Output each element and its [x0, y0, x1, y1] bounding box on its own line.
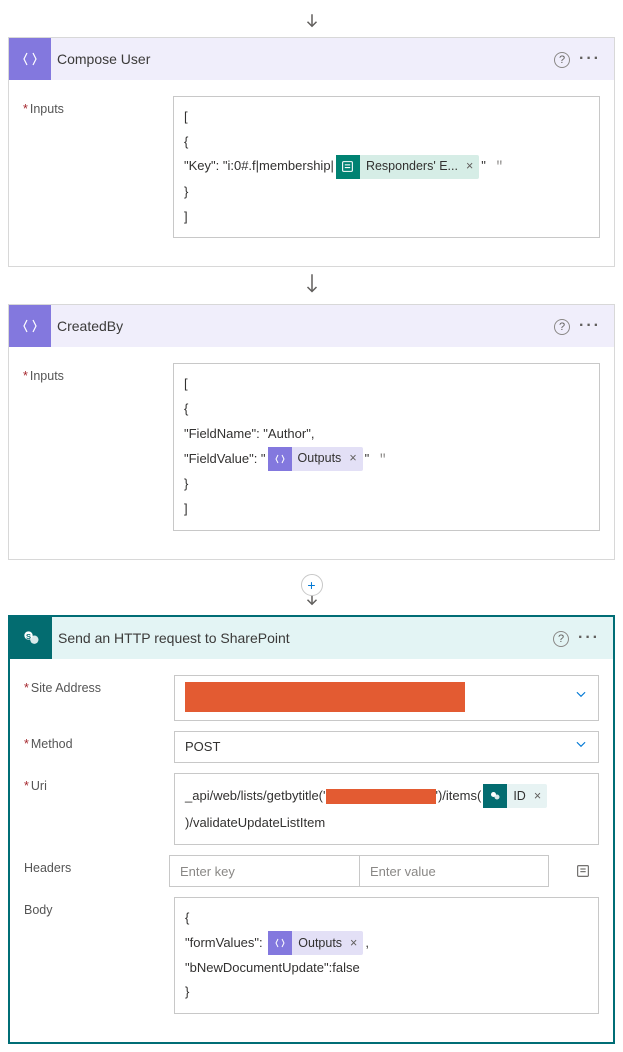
body-label: Body	[24, 897, 174, 917]
site-address-select[interactable]	[174, 675, 599, 721]
card-title: CreatedBy	[51, 318, 548, 334]
header-value-input[interactable]	[359, 855, 549, 887]
uri-field[interactable]: _api/web/lists/getbytitle('')/items( ID …	[174, 773, 599, 846]
svg-text:S: S	[26, 631, 31, 640]
add-step-button[interactable]: +	[301, 574, 323, 596]
action-card-createdby[interactable]: CreatedBy ? ··· Inputs [ { "FieldName": …	[8, 304, 615, 559]
inputs-field[interactable]: [ { "Key": "i:0#.f|membership| Responder…	[173, 96, 600, 238]
compose-token-icon	[268, 931, 292, 955]
card-title: Send an HTTP request to SharePoint	[52, 630, 547, 646]
site-address-label: Site Address	[24, 675, 174, 695]
inputs-label: Inputs	[23, 96, 173, 116]
compose-icon	[9, 305, 51, 347]
card-body: Inputs [ { "Key": "i:0#.f|membership| Re…	[9, 80, 614, 266]
redacted-value	[326, 789, 436, 804]
card-body: Site Address Method POST	[10, 659, 613, 1042]
sharepoint-icon: S	[10, 617, 52, 659]
token-responders-email[interactable]: Responders' E... ×	[336, 155, 479, 179]
header-key-input[interactable]	[169, 855, 359, 887]
arrow-down-icon	[303, 8, 321, 37]
sharepoint-token-icon	[483, 784, 507, 808]
inputs-label: Inputs	[23, 363, 173, 383]
headers-text-mode-button[interactable]	[567, 855, 599, 887]
help-icon[interactable]: ?	[547, 629, 575, 647]
help-icon[interactable]: ?	[548, 50, 576, 68]
uri-label: Uri	[24, 773, 174, 793]
more-icon[interactable]: ···	[576, 50, 604, 68]
card-body: Inputs [ { "FieldName": "Author", "Field…	[9, 347, 614, 558]
headers-label: Headers	[24, 855, 169, 875]
method-value: POST	[185, 739, 220, 754]
help-icon[interactable]: ?	[548, 317, 576, 335]
token-remove-icon[interactable]: ×	[350, 932, 357, 956]
more-icon[interactable]: ···	[576, 317, 604, 335]
token-remove-icon[interactable]: ×	[349, 447, 356, 471]
card-title: Compose User	[51, 51, 548, 67]
token-outputs[interactable]: Outputs ×	[268, 931, 363, 955]
flow-canvas: Compose User ? ··· Inputs [ { "Key": "i:…	[8, 8, 615, 1044]
headers-kv-row	[169, 855, 599, 887]
arrow-down-icon	[303, 267, 321, 304]
action-card-http-sharepoint[interactable]: S Send an HTTP request to SharePoint ? ·…	[8, 615, 615, 1044]
chevron-down-icon	[574, 687, 588, 706]
card-header[interactable]: Compose User ? ···	[9, 38, 614, 80]
method-select[interactable]: POST	[174, 731, 599, 763]
chevron-down-icon	[574, 737, 588, 756]
token-remove-icon[interactable]: ×	[466, 155, 473, 179]
action-card-compose-user[interactable]: Compose User ? ··· Inputs [ { "Key": "i:…	[8, 37, 615, 267]
compose-token-icon	[268, 447, 292, 471]
inputs-field[interactable]: [ { "FieldName": "Author", "FieldValue":…	[173, 363, 600, 530]
more-icon[interactable]: ···	[575, 629, 603, 647]
token-remove-icon[interactable]: ×	[534, 783, 541, 809]
card-header[interactable]: S Send an HTTP request to SharePoint ? ·…	[10, 617, 613, 659]
token-id[interactable]: ID ×	[483, 784, 547, 808]
method-label: Method	[24, 731, 174, 751]
token-outputs[interactable]: Outputs ×	[268, 447, 363, 471]
compose-icon	[9, 38, 51, 80]
forms-icon	[336, 155, 360, 179]
redacted-value	[185, 682, 465, 712]
body-field[interactable]: { "formValues": Outputs × , "bNewD	[174, 897, 599, 1014]
card-header[interactable]: CreatedBy ? ···	[9, 305, 614, 347]
